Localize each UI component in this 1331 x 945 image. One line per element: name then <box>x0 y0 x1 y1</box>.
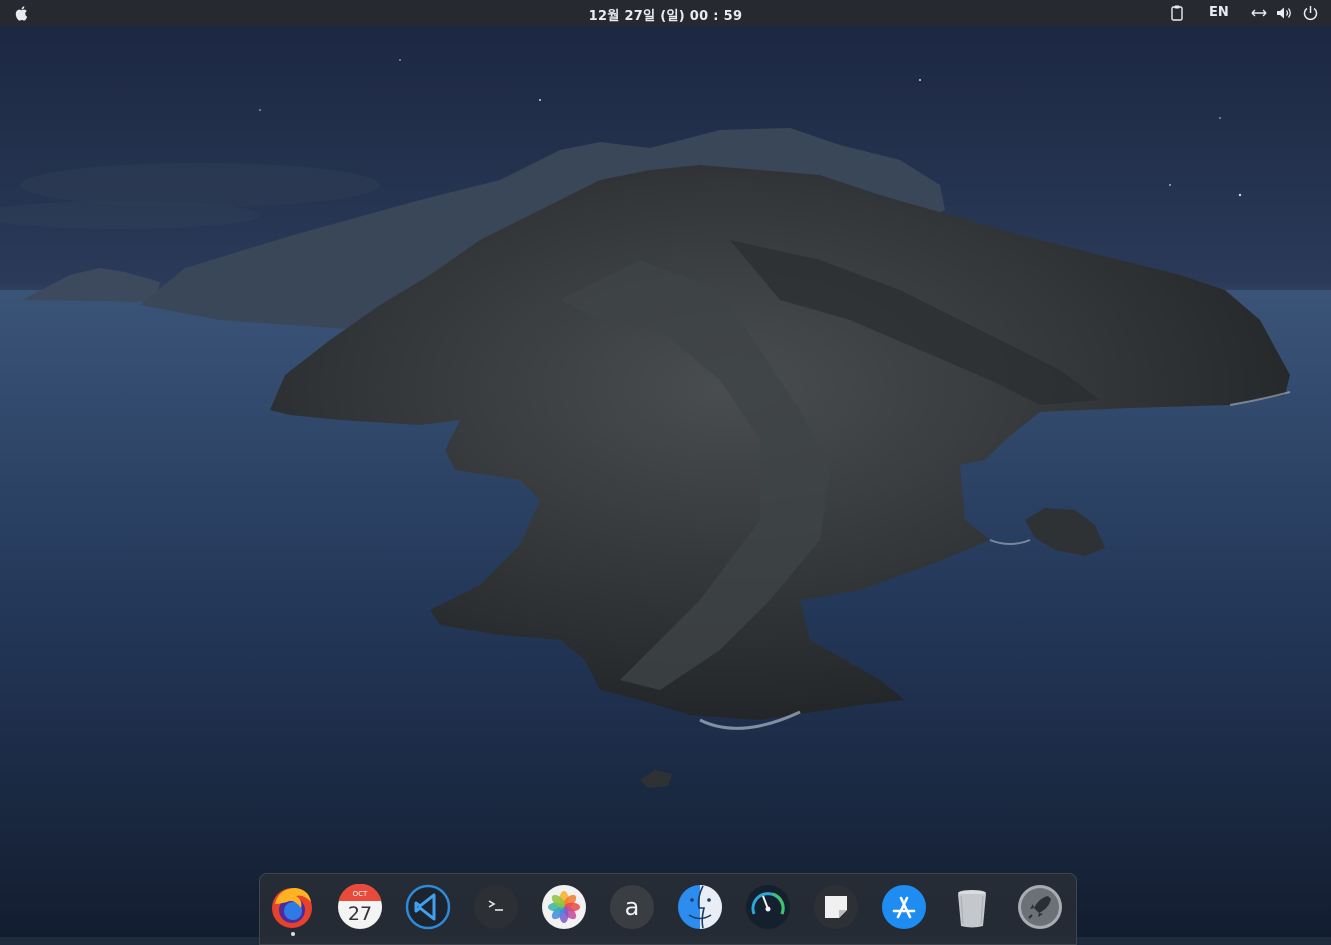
dock-item-terminal[interactable] <box>473 884 519 930</box>
clipboard-icon[interactable] <box>1169 4 1185 22</box>
calendar-icon: OCT 27 <box>338 884 382 929</box>
font-icon: a <box>610 885 654 929</box>
dock-item-font-manager[interactable]: a <box>609 884 655 930</box>
power-icon[interactable] <box>1302 4 1319 22</box>
dock-item-launchpad[interactable] <box>1017 884 1063 930</box>
dock-item-trash[interactable] <box>949 884 995 930</box>
dock-item-photos[interactable] <box>541 884 587 930</box>
vscode-icon <box>405 884 451 930</box>
calendar-day: 27 <box>348 903 372 925</box>
language-indicator[interactable]: EN <box>1209 5 1229 20</box>
desktop-wallpaper <box>0 0 1331 937</box>
photos-icon <box>542 885 586 929</box>
gauge-icon <box>746 885 790 929</box>
top-panel: 12월 27일 (일) 00 : 59 EN <box>0 0 1331 26</box>
dock-item-finder[interactable] <box>677 884 723 930</box>
font-glyph: a <box>625 893 640 921</box>
rocket-icon <box>1018 885 1062 929</box>
dock-item-notes[interactable] <box>813 884 859 930</box>
dock-item-system-monitor[interactable] <box>745 884 791 930</box>
dock: OCT 27 a <box>259 873 1077 945</box>
dock-item-vscode[interactable] <box>405 884 451 930</box>
dock-item-calendar[interactable]: OCT 27 <box>337 884 383 930</box>
network-icon[interactable] <box>1250 4 1268 22</box>
trash-icon <box>958 890 986 928</box>
running-indicator <box>291 932 295 936</box>
app-store-icon <box>882 885 926 929</box>
calendar-month: OCT <box>353 890 368 898</box>
sticker-icon <box>814 885 858 929</box>
clock[interactable]: 12월 27일 (일) 00 : 59 <box>0 5 1331 24</box>
dock-item-app-store[interactable] <box>881 884 927 930</box>
terminal-icon <box>474 885 518 929</box>
finder-icon <box>678 885 722 929</box>
firefox-icon <box>272 888 312 928</box>
volume-icon[interactable] <box>1275 4 1295 22</box>
dock-item-firefox[interactable] <box>269 884 315 930</box>
